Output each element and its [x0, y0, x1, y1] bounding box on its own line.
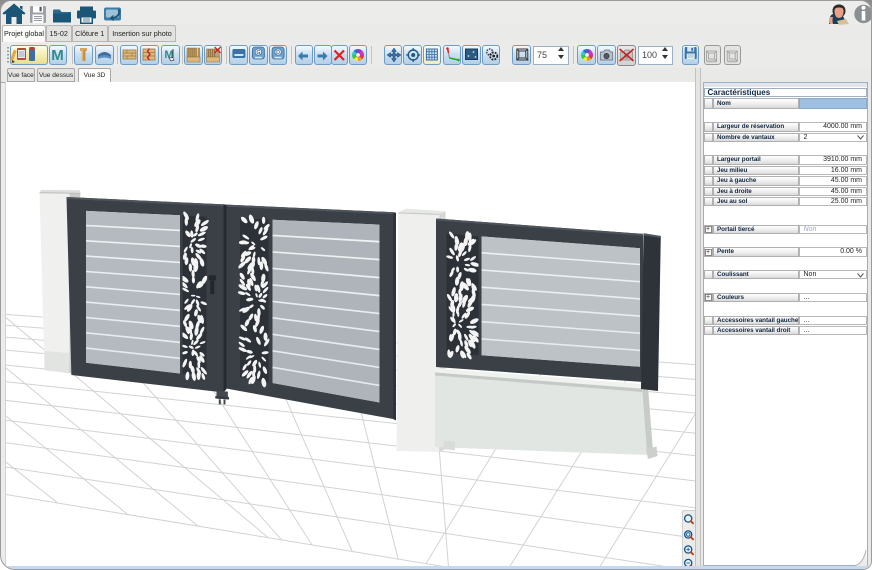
svg-text:G: G: [256, 50, 260, 56]
svg-text:M: M: [51, 47, 64, 64]
svg-text:D: D: [276, 50, 280, 56]
